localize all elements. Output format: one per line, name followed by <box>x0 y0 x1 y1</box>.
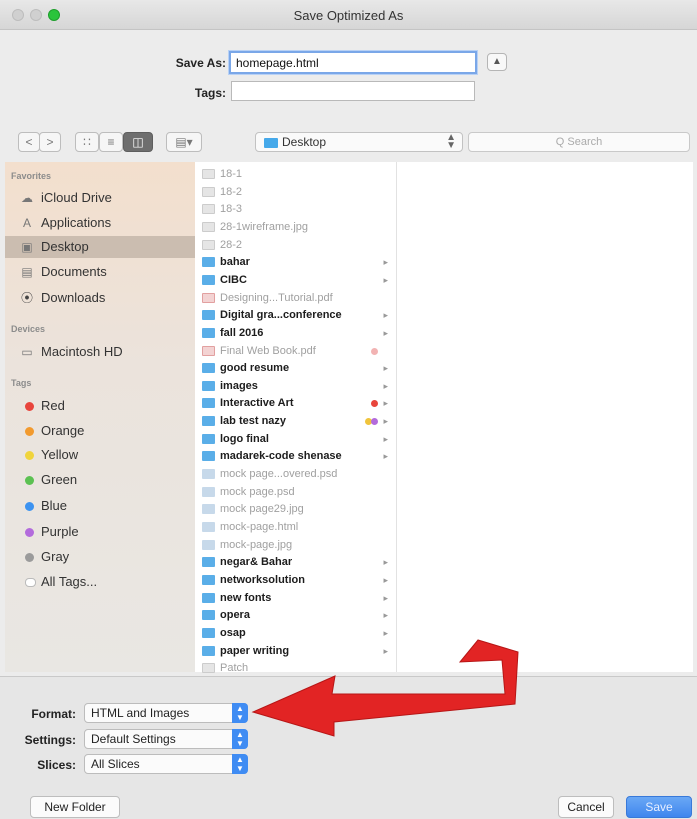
arrow-shape <box>251 639 519 737</box>
red-arrow-annotation <box>251 639 519 737</box>
save-dialog: Save Optimized As Save As: homepage.html… <box>0 0 697 819</box>
